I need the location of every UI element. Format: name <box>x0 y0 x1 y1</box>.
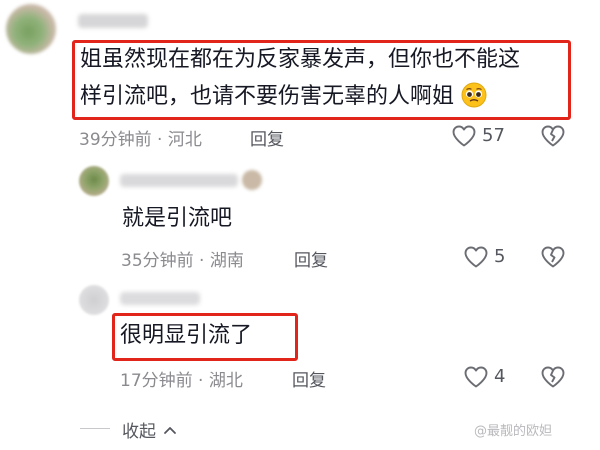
meta-separator: · <box>198 371 209 391</box>
comment-location: 湖北 <box>208 371 243 391</box>
comment-location: 河北 <box>167 130 202 150</box>
like-count: 4 <box>494 366 506 387</box>
reply-button[interactable]: 回复 <box>294 246 328 271</box>
user-badge-blurred <box>242 170 262 190</box>
comment-meta: 17分钟前 · 湖北 <box>120 366 243 391</box>
like-button[interactable] <box>451 124 477 148</box>
dislike-button[interactable] <box>540 245 566 269</box>
comment-text-line1: 姐虽然现在都在为反家暴发声，但你也不能这 <box>80 47 521 72</box>
username-blurred[interactable] <box>120 174 238 187</box>
comment-meta: 35分钟前 · 湖南 <box>121 246 244 271</box>
meta-separator: · <box>157 130 168 150</box>
meta-separator: · <box>199 251 210 271</box>
heart-icon <box>452 125 476 147</box>
comment-text-line2-content: 样引流吧，也请不要伤害无辜的人啊姐 <box>80 84 455 109</box>
collapse-label: 收起 <box>122 422 156 442</box>
watermark: @最靓的欧妲 <box>474 420 552 439</box>
chevron-up-icon <box>163 425 177 435</box>
broken-heart-icon <box>541 125 565 147</box>
heart-icon <box>464 246 488 268</box>
reply-button[interactable]: 回复 <box>292 366 326 391</box>
heart-icon <box>464 366 488 388</box>
avatar[interactable] <box>79 166 109 196</box>
comment-text: 就是引流吧 <box>122 206 233 231</box>
like-count: 5 <box>494 246 506 267</box>
pleading-face-emoji <box>461 82 487 108</box>
like-button[interactable] <box>463 365 489 389</box>
avatar[interactable] <box>79 285 109 315</box>
reply-button[interactable]: 回复 <box>250 125 284 150</box>
dislike-button[interactable] <box>540 124 566 148</box>
like-count: 57 <box>482 125 505 146</box>
broken-heart-icon <box>541 246 565 268</box>
dislike-button[interactable] <box>540 365 566 389</box>
like-button[interactable] <box>463 245 489 269</box>
watermark-text: @最靓的欧妲 <box>474 424 553 439</box>
username-blurred[interactable] <box>120 292 200 305</box>
comment-time: 17分钟前 <box>120 371 193 391</box>
username-blurred[interactable] <box>78 14 148 28</box>
broken-heart-icon <box>541 366 565 388</box>
comment-time: 39分钟前 <box>79 130 152 150</box>
collapse-button[interactable]: 收起 <box>122 417 177 442</box>
avatar[interactable] <box>6 4 56 54</box>
comment-meta: 39分钟前 · 河北 <box>79 125 202 150</box>
comment-text-line2: 样引流吧，也请不要伤害无辜的人啊姐 <box>80 81 487 113</box>
collapse-divider <box>80 428 110 429</box>
comment-text: 很明显引流了 <box>120 323 253 348</box>
comment-location: 湖南 <box>209 251 244 271</box>
comment-time: 35分钟前 <box>121 251 194 271</box>
